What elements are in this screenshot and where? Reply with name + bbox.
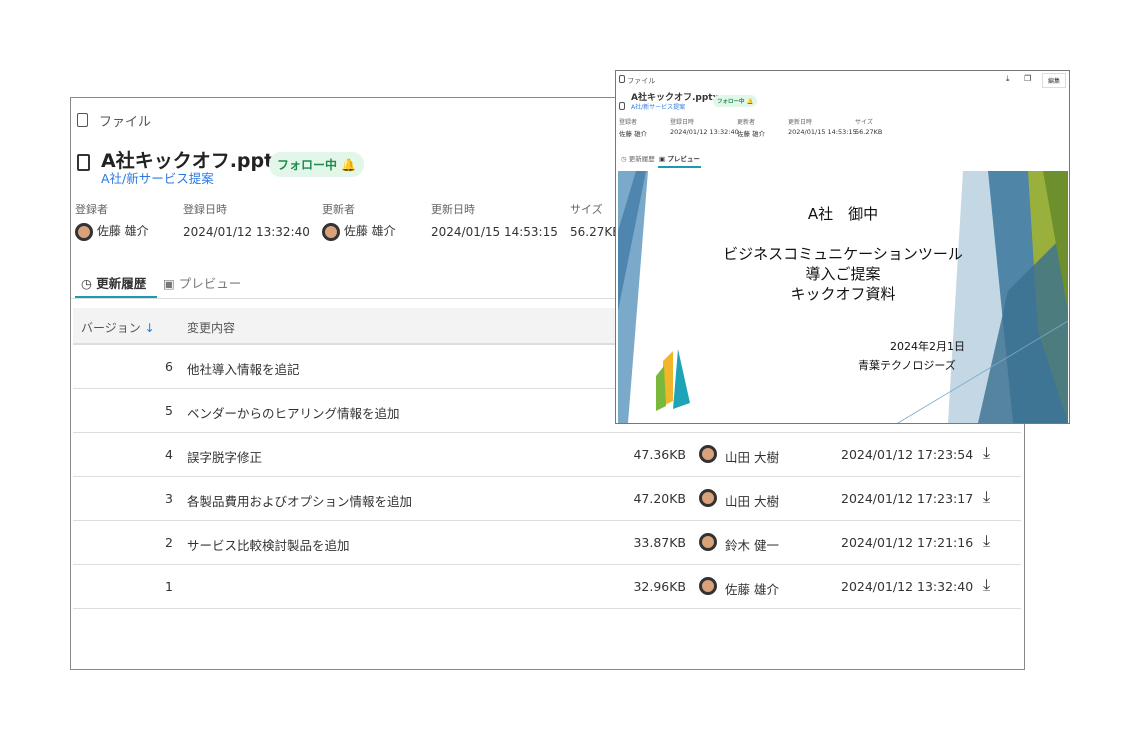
avatar: [699, 489, 717, 507]
version-number: 5: [165, 403, 173, 418]
pptx-file-icon: [619, 102, 625, 110]
folder-link[interactable]: A社/新サービス提案: [101, 168, 214, 187]
tab-preview[interactable]: ▣ プレビュー: [658, 151, 701, 168]
follow-label: フォロー中: [717, 99, 745, 105]
version-size: 47.20KB: [633, 491, 686, 506]
table-row[interactable]: 1 32.96KB 佐藤 雄介 2024/01/12 13:32:40 ⤓: [73, 565, 1021, 609]
table-row[interactable]: 2 サービス比較検討製品を追加 33.87KB 鈴木 健一 2024/01/12 …: [73, 521, 1021, 565]
version-number: 6: [165, 359, 173, 374]
registrant: 佐藤 雄介: [619, 130, 648, 138]
file-icon: [619, 75, 625, 83]
tab-preview-label: プレビュー: [178, 276, 242, 291]
follow-button[interactable]: フォロー中 🔔: [269, 152, 365, 177]
version-number: 3: [165, 491, 173, 506]
change-description: 誤字脱字修正: [187, 450, 263, 465]
avatar: [699, 445, 717, 463]
copy-icon[interactable]: ❐: [1024, 74, 1031, 83]
version-size: 33.87KB: [633, 535, 686, 550]
edit-button[interactable]: 編集: [1042, 73, 1067, 88]
version-date: 2024/01/12 17:23:54: [841, 447, 974, 462]
version-date: 2024/01/12 17:21:16: [841, 535, 974, 550]
version-date: 2024/01/12 17:23:17: [841, 491, 974, 506]
updater-name: 佐藤 雄介: [725, 582, 779, 597]
registered-date: 2024/01/12 13:32:40: [670, 128, 739, 136]
slide-preview: A社 御中 ビジネスコミュニケーションツール 導入ご提案 キックオフ資料 202…: [618, 171, 1068, 423]
change-description: 他社導入情報を追記: [187, 362, 300, 377]
bell-icon: 🔔: [341, 158, 357, 172]
file-size: 56.27KB: [855, 128, 883, 136]
change-description: 各製品費用およびオプション情報を追加: [187, 494, 413, 509]
registered-date: 2024/01/12 13:32:40: [183, 225, 310, 239]
version-number: 2: [165, 535, 173, 550]
sort-down-icon: ↓: [144, 321, 155, 335]
download-icon[interactable]: ⤓: [983, 575, 990, 595]
download-icon[interactable]: ⤓: [983, 487, 990, 507]
avatar: [699, 577, 717, 595]
version-column-header[interactable]: バージョン ↓: [81, 319, 155, 336]
slide-addressee: A社 御中: [807, 205, 879, 223]
tab-history-label: 更新履歴: [628, 155, 655, 163]
updater-name: 山田 大樹: [725, 494, 779, 509]
tab-preview[interactable]: ▣ プレビュー: [163, 273, 241, 292]
tab-preview-label: プレビュー: [667, 155, 700, 163]
registered-label: 登録日時: [670, 119, 695, 126]
updater: 佐藤 雄介: [737, 130, 766, 138]
updater-label: 更新者: [737, 119, 756, 126]
tab-history[interactable]: ◷ 更新履歴: [621, 153, 655, 163]
table-row[interactable]: 4 誤字脱字修正 47.36KB 山田 大樹 2024/01/12 17:23:5…: [73, 433, 1021, 477]
slide-date: 2024年2月1日: [890, 340, 965, 353]
version-size: 32.96KB: [633, 579, 686, 594]
updater: 佐藤 雄介: [343, 224, 396, 238]
bell-icon: 🔔: [746, 99, 754, 105]
registrant: 佐藤 雄介: [96, 224, 149, 238]
registrant-label: 登録者: [75, 203, 108, 216]
version-number: 1: [165, 579, 173, 594]
version-header-label: バージョン: [81, 321, 141, 335]
follow-button[interactable]: フォロー中 🔔: [713, 95, 758, 107]
download-icon[interactable]: ⤓: [983, 531, 990, 551]
avatar: [75, 222, 93, 241]
slide-title-line1: ビジネスコミュニケーションツール: [723, 245, 963, 263]
download-icon[interactable]: ⤓: [1006, 74, 1010, 84]
updater-name: 山田 大樹: [725, 450, 779, 465]
updated-label: 更新日時: [788, 119, 813, 126]
tab-history-label: 更新履歴: [96, 276, 147, 291]
avatar: [322, 222, 340, 241]
updater-label: 更新者: [322, 203, 355, 216]
table-row[interactable]: 3 各製品費用およびオプション情報を追加 47.20KB 山田 大樹 2024/0…: [73, 477, 1021, 521]
updater-name: 鈴木 健一: [725, 538, 779, 553]
size-label: サイズ: [855, 119, 873, 126]
file-icon: [77, 112, 88, 127]
version-size: 47.36KB: [633, 447, 686, 462]
avatar: [699, 533, 717, 551]
file-size: 56.27KB: [570, 225, 621, 239]
preview-panel: ファイル ⤓ ❐ 編集 A社キックオフ.pptx A社/新サービス提案 フォロー…: [615, 70, 1070, 424]
updated-label: 更新日時: [431, 203, 475, 216]
version-number: 4: [165, 447, 173, 462]
slide-title-line2: 導入ご提案: [805, 265, 881, 283]
updated-date: 2024/01/15 14:53:15: [788, 128, 857, 136]
folder-link[interactable]: A社/新サービス提案: [631, 102, 685, 111]
version-date: 2024/01/12 13:32:40: [841, 579, 974, 594]
section-label: ファイル: [627, 77, 656, 85]
updated-date: 2024/01/15 14:53:15: [431, 225, 558, 239]
change-description: ベンダーからのヒアリング情報を追加: [187, 406, 400, 421]
registrant-label: 登録者: [619, 119, 638, 126]
download-icon[interactable]: ⤓: [983, 443, 990, 463]
tab-history[interactable]: ◷ 更新履歴: [75, 266, 157, 298]
image-icon: ▣: [163, 276, 175, 291]
change-column-header: 変更内容: [187, 321, 236, 335]
registered-label: 登録日時: [183, 203, 227, 216]
slide-title-line3: キックオフ資料: [790, 285, 896, 303]
slide-company: 青葉テクノロジーズ: [858, 359, 956, 372]
section-label: ファイル: [99, 115, 152, 130]
follow-label: フォロー中: [277, 158, 338, 172]
size-label: サイズ: [570, 203, 603, 216]
pptx-file-icon: [77, 154, 90, 171]
clock-icon: ◷: [81, 276, 92, 291]
change-description: サービス比較検討製品を追加: [187, 538, 350, 553]
